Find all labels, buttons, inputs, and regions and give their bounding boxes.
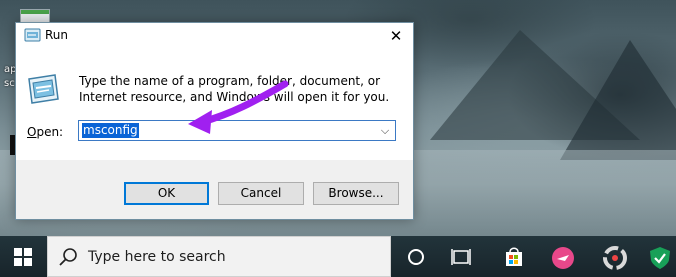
store-button[interactable] — [492, 236, 536, 277]
pinned-app-shield[interactable] — [638, 236, 676, 277]
start-button[interactable] — [0, 236, 47, 277]
ok-button[interactable]: OK — [124, 182, 209, 205]
close-icon: ✕ — [389, 27, 403, 45]
desktop-icon-label[interactable]: sc — [4, 78, 15, 89]
shield-icon — [650, 247, 670, 269]
pinned-app-gray[interactable] — [592, 236, 636, 277]
open-label: Open: — [27, 125, 64, 139]
run-icon — [24, 28, 41, 42]
task-view-icon — [451, 249, 471, 265]
annotation-arrow-icon — [188, 80, 289, 134]
app-icon-gray — [603, 246, 627, 270]
close-button[interactable]: ✕ — [379, 23, 413, 49]
cancel-button[interactable]: Cancel — [218, 182, 304, 205]
search-placeholder: Type here to search — [88, 249, 226, 265]
cortana-button[interactable] — [394, 236, 438, 277]
task-view-button[interactable] — [440, 236, 484, 277]
taskbar-search-box[interactable]: Type here to search — [47, 236, 391, 277]
run-program-icon — [28, 74, 59, 104]
app-icon-pink — [552, 247, 574, 269]
chevron-down-icon[interactable]: ⌵ — [378, 123, 392, 138]
open-input-value[interactable]: msconfig — [82, 123, 139, 138]
cortana-icon — [408, 249, 424, 265]
windows-logo-icon — [14, 248, 32, 266]
dialog-title: Run — [45, 28, 69, 42]
browse-button[interactable]: Browse... — [313, 182, 399, 205]
search-icon — [59, 248, 77, 266]
taskbar: Type here to search — [0, 236, 676, 277]
dialog-titlebar[interactable]: Run ✕ — [16, 23, 413, 49]
pinned-app-pink[interactable] — [540, 236, 584, 277]
background-mountain — [560, 40, 676, 160]
store-icon — [506, 247, 522, 266]
